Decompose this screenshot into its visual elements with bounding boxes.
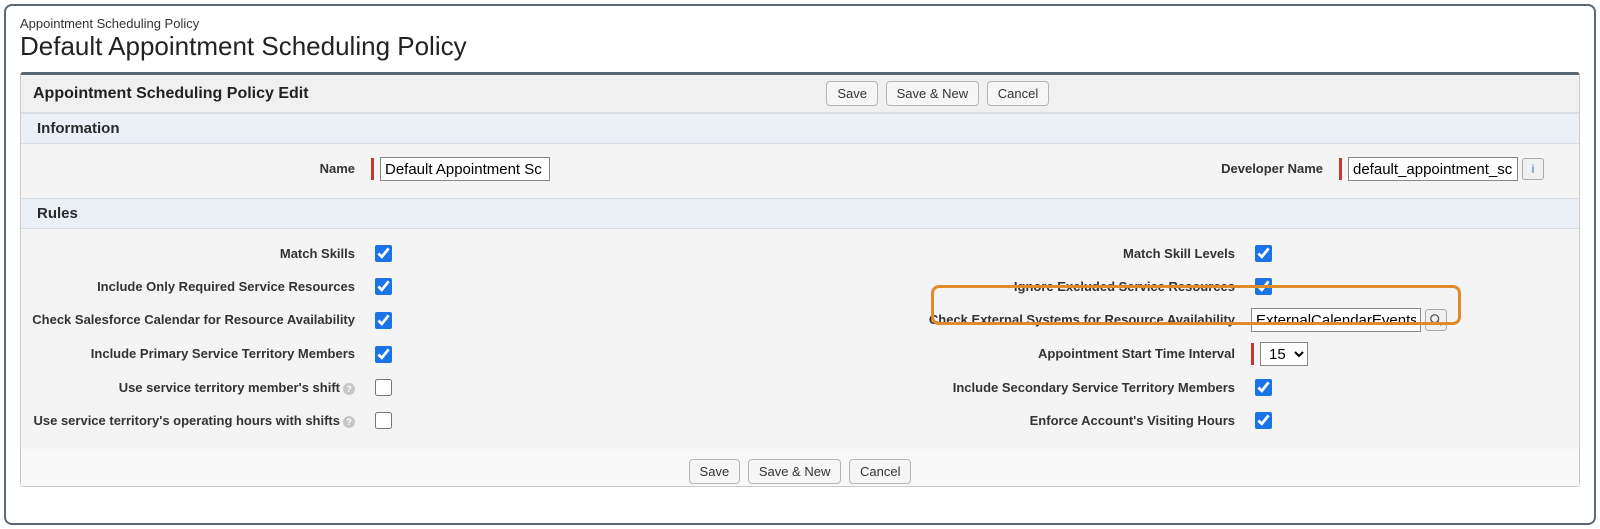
use-territory-shift-checkbox[interactable]	[375, 379, 392, 396]
save-and-new-button[interactable]: Save & New	[886, 81, 980, 106]
ignore-excluded-label: Ignore Excluded Service Resources	[681, 274, 1241, 300]
developer-name-label: Developer Name	[681, 156, 1329, 182]
appt-start-interval-select[interactable]: 15	[1260, 342, 1308, 366]
name-input[interactable]	[380, 157, 550, 181]
name-label: Name	[21, 156, 361, 182]
bottom-button-row: Save Save & New Cancel	[21, 449, 1579, 486]
enforce-visiting-hours-label: Enforce Account's Visiting Hours	[681, 408, 1241, 434]
rules-section: Match Skills Match Skill Levels Include …	[21, 229, 1579, 449]
include-primary-territory-checkbox[interactable]	[375, 346, 392, 363]
check-external-label: Check External Systems for Resource Avai…	[681, 307, 1241, 333]
save-and-new-button-bottom[interactable]: Save & New	[748, 459, 842, 484]
magnifier-icon	[1429, 313, 1443, 327]
lookup-icon[interactable]	[1425, 309, 1447, 331]
section-heading-rules: Rules	[21, 198, 1579, 229]
info-icon[interactable]: i	[1522, 158, 1544, 180]
object-type-label: Appointment Scheduling Policy	[20, 16, 1580, 31]
section-heading-information: Information	[21, 113, 1579, 144]
help-icon[interactable]: ?	[343, 383, 355, 395]
panel-title: Appointment Scheduling Policy Edit	[33, 85, 309, 103]
name-value-cell	[371, 152, 671, 186]
edit-panel: Appointment Scheduling Policy Edit Save …	[20, 72, 1580, 487]
top-button-row: Save Save & New Cancel	[309, 81, 1567, 106]
use-operating-hours-label: Use service territory's operating hours …	[21, 408, 361, 434]
save-button-bottom[interactable]: Save	[689, 459, 741, 484]
cancel-button-bottom[interactable]: Cancel	[849, 459, 911, 484]
required-indicator	[371, 158, 374, 180]
include-only-required-checkbox[interactable]	[375, 278, 392, 295]
help-icon[interactable]: ?	[343, 416, 355, 428]
appt-start-interval-label: Appointment Start Time Interval	[681, 341, 1241, 367]
information-section: Name Developer Name i	[21, 144, 1579, 198]
cancel-button[interactable]: Cancel	[987, 81, 1049, 106]
use-territory-shift-label: Use service territory member's shift?	[21, 375, 361, 401]
include-primary-territory-label: Include Primary Service Territory Member…	[21, 341, 361, 367]
ignore-excluded-checkbox[interactable]	[1255, 278, 1272, 295]
include-only-required-label: Include Only Required Service Resources	[21, 274, 361, 300]
check-sf-calendar-checkbox[interactable]	[375, 312, 392, 329]
required-indicator	[1339, 158, 1342, 180]
panel-header: Appointment Scheduling Policy Edit Save …	[21, 75, 1579, 113]
developer-name-input[interactable]	[1348, 157, 1518, 181]
enforce-visiting-hours-checkbox[interactable]	[1255, 412, 1272, 429]
page-container: Appointment Scheduling Policy Default Ap…	[4, 4, 1596, 525]
check-sf-calendar-label: Check Salesforce Calendar for Resource A…	[21, 307, 361, 333]
check-external-input[interactable]	[1251, 308, 1421, 332]
save-button[interactable]: Save	[826, 81, 878, 106]
required-indicator	[1251, 343, 1254, 365]
include-secondary-territory-checkbox[interactable]	[1255, 379, 1272, 396]
match-skills-checkbox[interactable]	[375, 245, 392, 262]
include-secondary-territory-label: Include Secondary Service Territory Memb…	[681, 375, 1241, 401]
match-skills-label: Match Skills	[21, 241, 361, 267]
match-skill-levels-label: Match Skill Levels	[681, 241, 1241, 267]
use-operating-hours-checkbox[interactable]	[375, 412, 392, 429]
match-skill-levels-checkbox[interactable]	[1255, 245, 1272, 262]
developer-name-value-cell: i	[1339, 152, 1579, 186]
page-title: Default Appointment Scheduling Policy	[20, 31, 1580, 62]
